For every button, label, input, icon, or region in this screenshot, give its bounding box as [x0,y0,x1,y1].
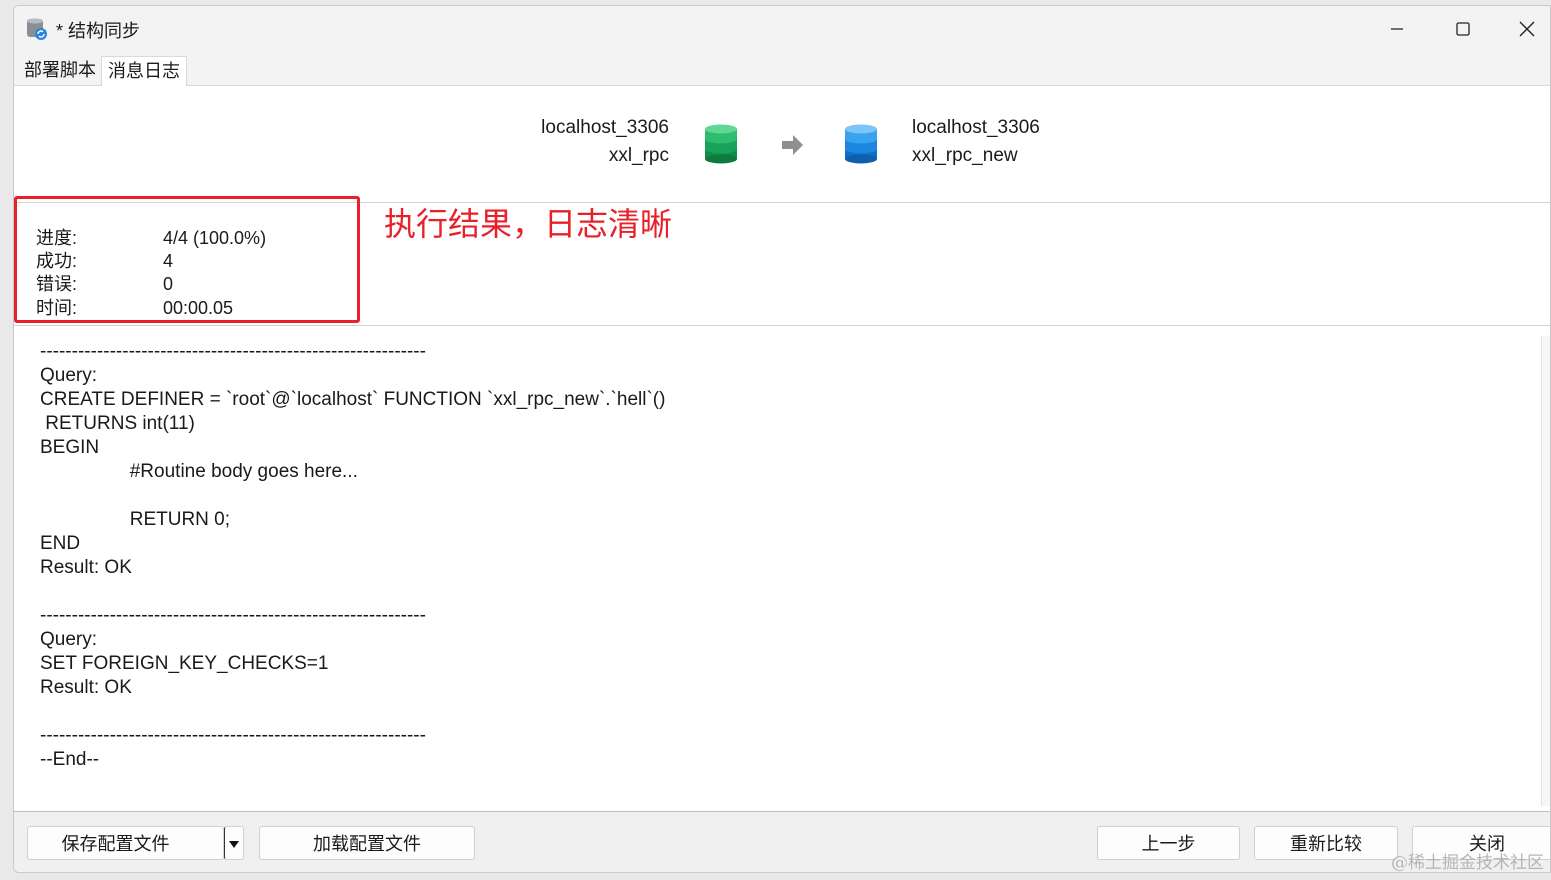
save-config-dropdown[interactable] [224,826,244,860]
connection-header: localhost_3306 xxl_rpc localhost_3306 xx… [14,86,1550,203]
arrow-right-icon [782,135,803,155]
maximize-icon [1456,21,1470,36]
tab-bar: 部署脚本 消息日志 [14,51,1550,86]
log-line: #Routine body goes here... [40,461,358,482]
error-label: 错误: [36,274,78,294]
watermark: @稀土掘金技术社区 [1391,853,1544,873]
time-value: 00:00.05 [163,298,234,318]
log-text: ----------------------------------------… [40,340,665,772]
target-database-icon [845,124,877,164]
log-line: Query: [40,365,98,386]
maximize-button[interactable] [1428,6,1498,51]
minimize-icon [1391,27,1403,30]
save-config-button[interactable]: 保存配置文件 [27,826,224,860]
minimize-button[interactable] [1362,6,1432,51]
log-line: Query: [40,629,98,650]
window-title: * 结构同步 [56,21,141,41]
target-database: xxl_rpc_new [912,145,1018,166]
source-database: xxl_rpc [608,145,669,166]
success-value: 4 [163,251,174,271]
log-line: CREATE DEFINER = `root`@`localhost` FUNC… [40,389,666,410]
progress-value: 4/4 (100.0%) [163,228,267,248]
app-database-sync-icon [27,18,47,40]
error-value: 0 [163,274,174,294]
recompare-button[interactable]: 重新比较 [1254,826,1398,860]
load-config-button[interactable]: 加载配置文件 [259,826,475,860]
target-connection: localhost_3306 xxl_rpc_new [912,114,1040,170]
log-line: BEGIN [40,437,100,458]
message-log[interactable]: ----------------------------------------… [14,326,1550,811]
tab-deploy-script[interactable]: 部署脚本 [18,56,102,85]
log-line: SET FOREIGN_KEY_CHECKS=1 [40,653,329,674]
footer-bar: 保存配置文件 加载配置文件 上一步 重新比较 关闭 @稀土掘金技术社区 [14,811,1550,873]
success-label: 成功: [36,251,78,271]
result-summary: 进度: 4/4 (100.0%) 成功: 4 错误: 0 时间: 00:00.0… [14,196,1550,326]
caret-down-icon [229,841,239,848]
time-label: 时间: [36,298,78,318]
log-line: Result: OK [40,677,132,698]
close-icon [1519,21,1535,36]
log-line: END [40,533,81,554]
source-server: localhost_3306 [541,117,669,138]
source-database-icon [705,124,737,164]
target-server: localhost_3306 [912,117,1040,138]
log-line: Result: OK [40,557,132,578]
sync-window: * 结构同步 部署脚本 消息日志 localhost_3306 xxl_rpc [13,5,1551,873]
tab-message-log[interactable]: 消息日志 [101,56,187,86]
previous-step-button[interactable]: 上一步 [1097,826,1240,860]
log-line: ----------------------------------------… [40,605,426,626]
log-line: --End-- [40,749,100,770]
log-line: ----------------------------------------… [40,725,426,746]
progress-label: 进度: [36,228,78,248]
log-line: RETURN 0; [40,509,231,530]
annotation-text: 执行结果，日志清晰 [384,206,673,242]
log-line: RETURNS int(11) [40,413,195,434]
title-bar: * 结构同步 [14,6,1550,51]
log-line: ----------------------------------------… [40,341,426,362]
log-scrollbar[interactable] [1541,336,1550,806]
source-connection: localhost_3306 xxl_rpc [541,114,669,170]
close-window-button[interactable] [1492,6,1550,51]
